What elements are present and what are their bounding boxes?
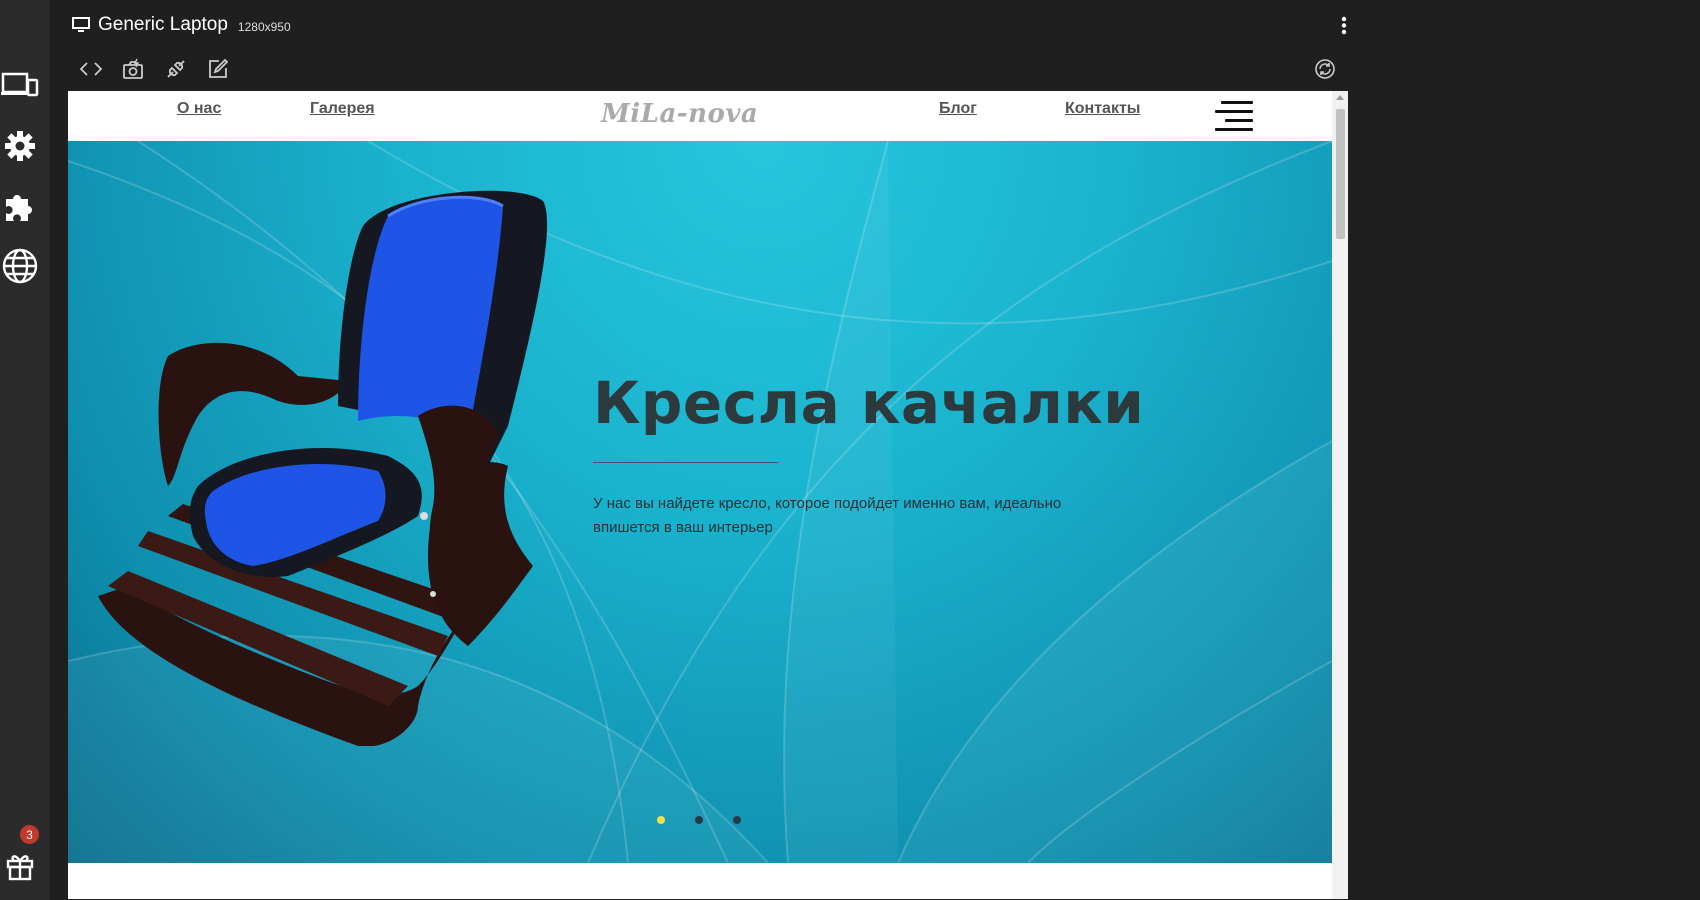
slider-dot-3[interactable] <box>733 816 741 824</box>
extensions-puzzle-icon[interactable] <box>0 186 40 226</box>
notification-badge: 3 <box>20 825 39 844</box>
rocking-chair-image <box>98 190 548 746</box>
more-options-icon[interactable] <box>1337 16 1351 36</box>
site-header: О нас Галерея MiLa-nova Блог Контакты <box>68 91 1332 141</box>
scrollbar-thumb[interactable] <box>1336 109 1345 239</box>
code-icon[interactable] <box>78 56 104 82</box>
settings-gear-icon[interactable] <box>0 126 40 166</box>
device-viewport[interactable]: О нас Галерея MiLa-nova Блог Контакты Кр… <box>68 91 1348 899</box>
nav-link-contacts[interactable]: Контакты <box>1065 100 1140 118</box>
hero-title: Кресла качалки <box>593 369 1145 437</box>
nav-link-blog[interactable]: Блог <box>939 100 977 118</box>
hero-slider: Кресла качалки У нас вы найдете кресло, … <box>68 141 1332 863</box>
left-rail: 3 <box>0 0 50 900</box>
slider-dot-1[interactable] <box>657 816 665 824</box>
gift-icon[interactable] <box>0 846 40 886</box>
globe-icon[interactable] <box>0 246 40 286</box>
screenshot-camera-icon[interactable] <box>120 56 146 82</box>
hero-divider <box>593 462 778 463</box>
monitor-icon <box>72 17 90 32</box>
devices-icon[interactable] <box>0 66 40 106</box>
viewport-scrollbar[interactable] <box>1332 91 1348 899</box>
edit-icon[interactable] <box>205 56 231 82</box>
scroll-up-arrow-icon[interactable] <box>1336 95 1344 100</box>
hamburger-menu-icon[interactable] <box>1213 100 1253 134</box>
hero-description: У нас вы найдете кресло, которое подойде… <box>593 495 1062 536</box>
site-logo[interactable]: MiLa-nova <box>601 99 758 129</box>
slider-dot-2[interactable] <box>695 816 703 824</box>
disconnect-plug-icon[interactable] <box>163 56 189 82</box>
nav-link-gallery[interactable]: Галерея <box>310 100 375 118</box>
device-name: Generic Laptop <box>98 14 228 35</box>
device-dimensions: 1280x950 <box>237 20 291 34</box>
nav-link-about[interactable]: О нас <box>177 100 221 118</box>
device-title-bar: Generic Laptop 1280x950 <box>72 14 291 36</box>
rotate-device-icon[interactable] <box>1312 56 1338 82</box>
